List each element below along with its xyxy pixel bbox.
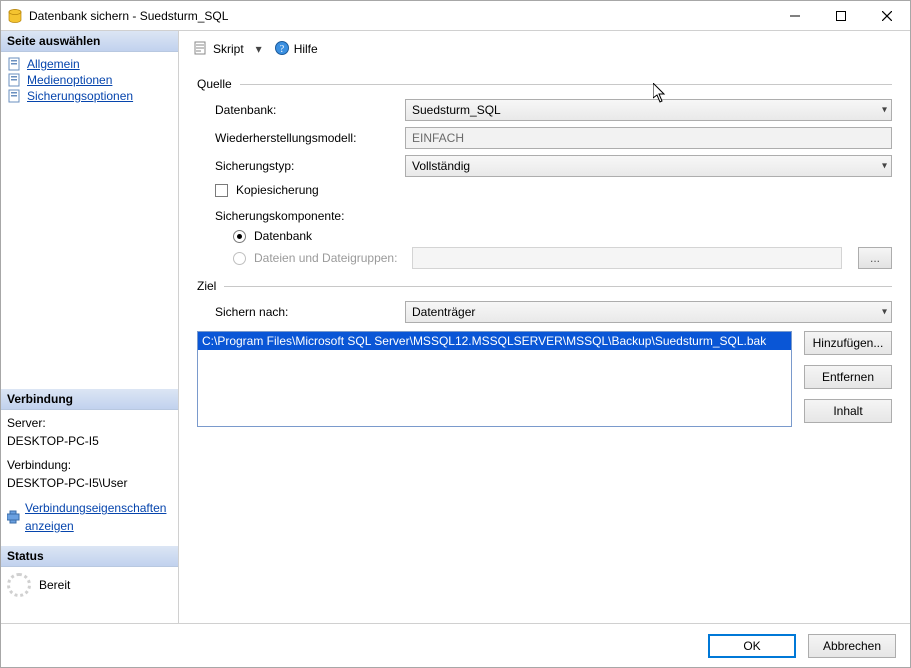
group-destination-label: Ziel [197, 279, 216, 293]
help-icon: ? [274, 40, 290, 59]
maximize-button[interactable] [818, 1, 864, 30]
radio-database-row[interactable]: Datenbank [233, 229, 892, 243]
add-destination-button[interactable]: Hinzufügen... [804, 331, 892, 355]
database-icon [7, 8, 23, 24]
server-label: Server: [7, 414, 172, 432]
recovery-model-text: EINFACH [412, 131, 464, 145]
backup-to-select[interactable]: Datenträger ▾ [405, 301, 892, 323]
page-icon [7, 89, 23, 103]
cancel-button[interactable]: Abbrechen [808, 634, 896, 658]
radio-database[interactable] [233, 230, 246, 243]
help-label: Hilfe [294, 42, 318, 56]
script-button[interactable]: Skript [189, 38, 248, 61]
group-source-label: Quelle [197, 77, 232, 91]
copy-only-checkbox[interactable] [215, 184, 228, 197]
connection-properties-label: Verbindungseigenschaften anzeigen [25, 499, 168, 535]
help-button[interactable]: ? Hilfe [270, 38, 322, 61]
svg-text:?: ? [279, 44, 284, 55]
radio-database-label: Datenbank [254, 229, 312, 243]
connection-value: DESKTOP-PC-I5\User [7, 474, 172, 492]
script-label: Skript [213, 42, 244, 56]
page-icon [7, 73, 23, 87]
window-controls [772, 1, 910, 30]
radio-files-label: Dateien und Dateigruppen: [254, 251, 404, 265]
ok-button[interactable]: OK [708, 634, 796, 658]
status-value: Bereit [39, 578, 70, 592]
connection-info: Server: DESKTOP-PC-I5 Verbindung: DESKTO… [1, 410, 178, 546]
content-button[interactable]: Inhalt [804, 399, 892, 423]
files-browse-button: ... [858, 247, 892, 269]
backup-component-header: Sicherungskomponente: [215, 209, 892, 223]
properties-icon [7, 510, 21, 524]
divider [224, 286, 892, 287]
connection-label: Verbindung: [7, 456, 172, 474]
server-value: DESKTOP-PC-I5 [7, 432, 172, 450]
cancel-label: Abbrechen [823, 639, 881, 653]
sidebar-pages: Allgemein Medienoptionen Sicherungsoptio… [1, 52, 178, 108]
add-destination-label: Hinzufügen... [813, 336, 884, 350]
chevron-down-icon: ▾ [882, 307, 887, 318]
content-button-label: Inhalt [833, 404, 862, 418]
script-icon [193, 40, 209, 59]
sidebar-item-general[interactable]: Allgemein [3, 56, 176, 72]
database-label: Datenbank: [215, 103, 405, 117]
backup-type-label: Sicherungstyp: [215, 159, 405, 173]
close-button[interactable] [864, 1, 910, 30]
database-select[interactable]: Suedsturm_SQL ▾ [405, 99, 892, 121]
recovery-model-value: EINFACH [405, 127, 892, 149]
backup-to-label: Sichern nach: [215, 305, 405, 319]
ok-label: OK [743, 639, 760, 653]
window-title: Datenbank sichern - Suedsturm_SQL [29, 9, 772, 23]
backup-database-dialog: Datenbank sichern - Suedsturm_SQL Seite … [0, 0, 911, 668]
radio-files [233, 252, 246, 265]
toolbar: Skript ▾ ? Hilfe [179, 31, 910, 67]
sidebar-item-label: Sicherungsoptionen [27, 89, 133, 103]
connection-properties-link[interactable]: Verbindungseigenschaften anzeigen [7, 498, 172, 536]
recovery-model-label: Wiederherstellungsmodell: [215, 131, 405, 145]
divider [240, 84, 892, 85]
remove-destination-button[interactable]: Entfernen [804, 365, 892, 389]
backup-type-value: Vollständig [412, 159, 470, 173]
destination-listbox[interactable]: C:\Program Files\Microsoft SQL Server\MS… [197, 331, 792, 427]
remove-destination-label: Entfernen [822, 370, 874, 384]
sidebar-item-label: Allgemein [27, 57, 80, 71]
files-input-disabled [412, 247, 842, 269]
backup-to-value: Datenträger [412, 305, 475, 319]
sidebar-status-header: Status [1, 546, 178, 567]
sidebar-item-label: Medienoptionen [27, 73, 112, 87]
copy-only-checkbox-row[interactable]: Kopiesicherung [215, 183, 892, 197]
backup-type-select[interactable]: Vollständig ▾ [405, 155, 892, 177]
titlebar: Datenbank sichern - Suedsturm_SQL [1, 1, 910, 31]
content: Skript ▾ ? Hilfe Quelle [179, 31, 910, 623]
sidebar-item-backup-options[interactable]: Sicherungsoptionen [3, 88, 176, 104]
minimize-button[interactable] [772, 1, 818, 30]
script-dropdown-arrow[interactable]: ▾ [254, 42, 264, 56]
page-icon [7, 57, 23, 71]
dialog-footer: OK Abbrechen [1, 623, 910, 667]
chevron-down-icon: ▾ [882, 105, 887, 116]
group-source: Quelle Datenbank: Suedsturm_SQL ▾ [197, 77, 892, 269]
sidebar: Seite auswählen Allgemein Medienoptionen [1, 31, 179, 623]
chevron-down-icon: ▾ [882, 161, 887, 172]
status-row: Bereit [1, 567, 178, 603]
spinner-icon [7, 573, 31, 597]
sidebar-connection-header: Verbindung [1, 389, 178, 410]
database-value: Suedsturm_SQL [412, 103, 501, 117]
radio-files-row: Dateien und Dateigruppen: ... [233, 247, 892, 269]
destination-path-item[interactable]: C:\Program Files\Microsoft SQL Server\MS… [198, 332, 791, 350]
copy-only-label: Kopiesicherung [236, 183, 319, 197]
group-destination: Ziel Sichern nach: Datenträger ▾ [197, 279, 892, 427]
sidebar-pages-header: Seite auswählen [1, 31, 178, 52]
ellipsis-label: ... [870, 251, 880, 265]
sidebar-item-media-options[interactable]: Medienoptionen [3, 72, 176, 88]
